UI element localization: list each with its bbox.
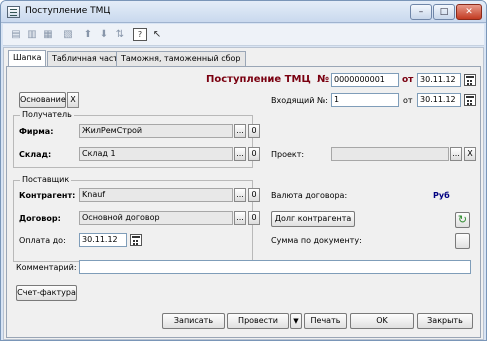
maximize-button[interactable]: □	[433, 4, 455, 20]
currency-value: Руб	[433, 191, 450, 200]
print-button[interactable]: Печать	[304, 313, 347, 329]
contractor-label: Контрагент:	[19, 191, 76, 200]
calendar-icon[interactable]	[464, 74, 476, 86]
save-button[interactable]: Записать	[162, 313, 225, 329]
supplier-group-label: Поставщик	[20, 175, 72, 184]
payment-label: Оплата до:	[19, 236, 66, 245]
currency-label: Валюта договора:	[271, 191, 348, 200]
project-field[interactable]	[331, 147, 449, 161]
tab-header[interactable]: Шапка	[8, 50, 47, 67]
incoming-calendar-icon[interactable]	[464, 94, 476, 106]
warehouse-field[interactable]: Склад 1	[79, 147, 233, 161]
project-clear-button[interactable]: X	[464, 147, 476, 161]
contract-field[interactable]: Основной договор	[79, 211, 233, 225]
project-label: Проект:	[271, 150, 305, 159]
doc-title: Поступление ТМЦ	[206, 74, 311, 85]
pointer-help-icon[interactable]: ↖	[150, 28, 164, 41]
warehouse-select-button[interactable]: ...	[234, 147, 246, 161]
tab-customs[interactable]: Таможня, таможенный сбор	[116, 51, 246, 66]
contractor-open-button[interactable]: 0	[248, 188, 260, 202]
contractor-field[interactable]: Knauf	[79, 188, 233, 202]
contract-open-button[interactable]: 0	[248, 211, 260, 225]
document-icon	[7, 6, 20, 18]
firm-label: Фирма:	[19, 127, 54, 136]
doc-date-field[interactable]: 30.11.12	[417, 73, 461, 87]
move-up-icon[interactable]: ⬆	[81, 28, 95, 41]
incoming-number-field[interactable]: 1	[331, 93, 399, 107]
ok-button[interactable]: OK	[350, 313, 414, 329]
payment-date-field[interactable]: 30.11.12	[79, 233, 127, 247]
comment-field[interactable]	[79, 260, 471, 274]
title-bar: Поступление ТМЦ – □ ✕	[1, 1, 486, 23]
delete-row-icon[interactable]: ▦	[41, 28, 55, 41]
copy-row-icon[interactable]: ▥	[25, 28, 39, 41]
incoming-number-label: Входящий №:	[271, 96, 328, 105]
document-window: Поступление ТМЦ – □ ✕ ▤ ▥ ▦ ▧ ⬆ ⬇ ⇅ ? ↖ …	[0, 0, 487, 341]
window-title: Поступление ТМЦ	[25, 6, 111, 16]
document-sum-label: Сумма по документу:	[271, 236, 362, 245]
tab-content: Поступление ТМЦ № 0000000001 от 30.11.12…	[6, 66, 481, 338]
new-row-icon[interactable]: ▤	[9, 28, 23, 41]
post-button[interactable]: Провести	[227, 313, 289, 329]
firm-field[interactable]: ЖилРемСтрой	[79, 124, 233, 138]
refresh-icon[interactable]: ↻	[455, 212, 470, 228]
project-select-button[interactable]: ...	[450, 147, 462, 161]
contract-label: Договор:	[19, 214, 61, 223]
document-sum-button[interactable]	[455, 233, 470, 249]
warehouse-label: Склад:	[19, 150, 52, 159]
edit-row-icon[interactable]: ▧	[61, 28, 75, 41]
firm-open-button[interactable]: 0	[248, 124, 260, 138]
payment-calendar-icon[interactable]	[130, 234, 142, 246]
contractor-select-button[interactable]: ...	[234, 188, 246, 202]
close-window-button[interactable]: ✕	[456, 4, 482, 20]
contract-select-button[interactable]: ...	[234, 211, 246, 225]
date-label: от	[402, 75, 414, 85]
recipient-group-label: Получатель	[20, 110, 74, 119]
help-icon[interactable]: ?	[133, 28, 147, 41]
firm-select-button[interactable]: ...	[234, 124, 246, 138]
post-dropdown-button[interactable]: ▼	[290, 313, 302, 329]
doc-number-field[interactable]: 0000000001	[331, 73, 399, 87]
form-panel: Шапка Табличная часть Таможня, таможенны…	[3, 47, 484, 340]
basis-clear-button[interactable]: X	[67, 92, 79, 108]
warehouse-open-button[interactable]: 0	[248, 147, 260, 161]
number-label: №	[317, 74, 330, 85]
sort-icon[interactable]: ⇅	[113, 28, 127, 41]
minimize-button[interactable]: –	[410, 4, 432, 20]
incoming-date-field[interactable]: 30.11.12	[417, 93, 461, 107]
comment-label: Комментарий:	[16, 263, 77, 272]
close-button[interactable]: Закрыть	[417, 313, 473, 329]
contractor-debt-button[interactable]: Долг контрагента	[271, 211, 355, 227]
invoice-button[interactable]: Счет-фактура	[16, 285, 77, 301]
toolbar: ▤ ▥ ▦ ▧ ⬆ ⬇ ⇅ ? ↖	[3, 24, 484, 46]
move-down-icon[interactable]: ⬇	[97, 28, 111, 41]
incoming-date-label: от	[403, 96, 413, 105]
basis-button[interactable]: Основание	[19, 92, 66, 108]
